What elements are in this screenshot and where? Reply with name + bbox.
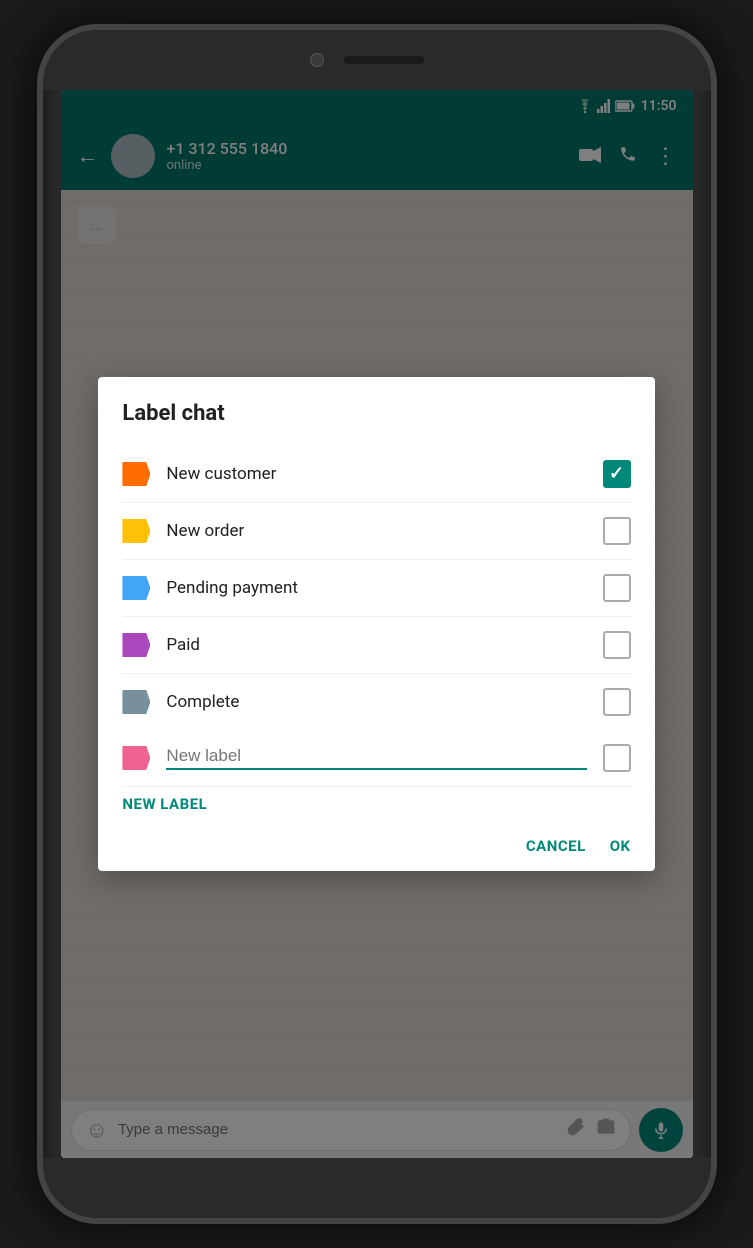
label-chat-dialog: Label chat New customer ✓ New order Pending… — [98, 377, 654, 871]
modal-overlay[interactable]: Label chat New customer ✓ New order Pending… — [61, 90, 693, 1158]
label-text-pending-payment: Pending payment — [166, 578, 586, 598]
label-item[interactable]: Pending payment — [122, 560, 630, 617]
dialog-title: Label chat — [122, 401, 630, 426]
checkbox-paid[interactable] — [603, 631, 631, 659]
label-item[interactable]: New order — [122, 503, 630, 560]
cancel-button[interactable]: CANCEL — [526, 837, 586, 855]
speaker-slot — [344, 56, 424, 64]
modal-actions: CANCEL OK — [122, 837, 630, 855]
label-text-complete: Complete — [166, 692, 586, 712]
label-item[interactable]: Complete — [122, 674, 630, 730]
label-tag-pending-payment — [122, 576, 150, 600]
label-tag-new-customer — [122, 462, 150, 486]
camera-dot — [310, 53, 324, 67]
checkbox-new-customer[interactable]: ✓ — [603, 460, 631, 488]
phone-bottom-bar — [43, 1158, 711, 1218]
new-label-input[interactable] — [166, 746, 586, 770]
screen-content: 11:50 ← +1 312 555 1840 online — [61, 90, 693, 1158]
checkbox-new-order[interactable] — [603, 517, 631, 545]
label-item[interactable]: Paid — [122, 617, 630, 674]
label-list: New customer ✓ New order Pending payment Pai… — [122, 446, 630, 730]
ok-button[interactable]: OK — [610, 837, 631, 855]
phone-screen: 11:50 ← +1 312 555 1840 online — [61, 90, 693, 1158]
new-label-button[interactable]: NEW LABEL — [122, 795, 207, 813]
label-tag-complete — [122, 690, 150, 714]
checkbox-complete[interactable] — [603, 688, 631, 716]
label-text-new-customer: New customer — [166, 464, 586, 484]
label-text-new-order: New order — [166, 521, 586, 541]
phone-top-bar — [43, 30, 711, 90]
new-label-checkbox[interactable] — [603, 744, 631, 772]
phone-frame: 11:50 ← +1 312 555 1840 online — [37, 24, 717, 1224]
label-text-paid: Paid — [166, 635, 586, 655]
label-tag-paid — [122, 633, 150, 657]
new-label-input-row — [122, 730, 630, 787]
label-item[interactable]: New customer ✓ — [122, 446, 630, 503]
checkbox-pending-payment[interactable] — [603, 574, 631, 602]
new-label-tag-icon — [122, 746, 150, 770]
label-tag-new-order — [122, 519, 150, 543]
